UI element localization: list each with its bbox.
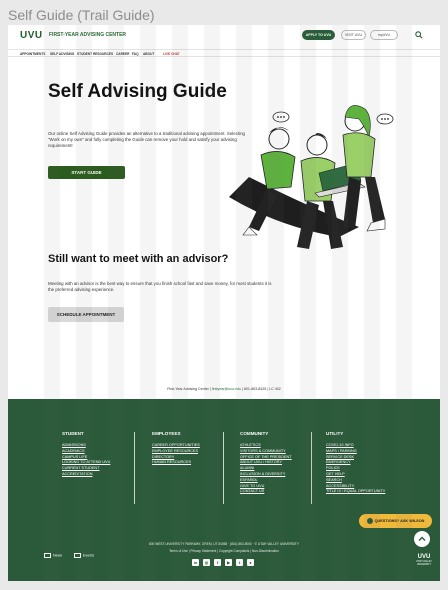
start-guide-button[interactable]: START GUIDE: [48, 166, 125, 179]
twitter-icon[interactable]: t: [236, 559, 243, 566]
footer-link[interactable]: CAREER OPPORTUNITIES: [152, 443, 200, 449]
contact-suffix: | 801-863-8425 | LC 402: [240, 387, 281, 391]
footer-divider: [134, 432, 135, 504]
visit-button[interactable]: VISIT UVU: [341, 30, 366, 40]
news-link[interactable]: News: [44, 553, 62, 558]
footer-link[interactable]: VISITORS & COMMUNITY: [240, 449, 292, 455]
nav-item-appointments[interactable]: APPOINTMENTS: [20, 52, 45, 56]
footer-link[interactable]: TITLE IX / EQUAL OPPORTUNITY: [326, 489, 385, 495]
footer-link[interactable]: CONTACT US: [240, 489, 292, 495]
hero-description: Our online Self Advising Guide provides …: [48, 131, 245, 148]
footer-logo[interactable]: UVU UTAH VALLEY UNIVERSITY: [414, 554, 434, 569]
nav-item-about[interactable]: ABOUT: [143, 52, 154, 56]
nav-item-self-advising[interactable]: SELF ADVISING: [50, 52, 74, 56]
nav-item-live-chat[interactable]: LIVE CHAT: [163, 52, 180, 56]
footer-col-utility: UTILITY COVID-19 INFO MAPS / PARKING SER…: [326, 431, 385, 495]
site-name[interactable]: FIRST-YEAR ADVISING CENTER: [49, 32, 126, 38]
footer-col-title: STUDENT: [62, 431, 84, 436]
footer-col-community: COMMUNITY ATHLETICS VISITORS & COMMUNITY…: [240, 431, 292, 495]
flickr-icon[interactable]: ●: [247, 559, 254, 566]
footer-divider: [223, 432, 224, 504]
events-link[interactable]: Events: [74, 553, 94, 558]
youtube-icon[interactable]: ▶: [225, 559, 232, 566]
students-illustration: [229, 105, 394, 249]
main-nav: APPOINTMENTS SELF ADVISING STUDENT RESOU…: [8, 49, 440, 57]
news-events: News Events: [44, 553, 94, 558]
advisor-heading: Still want to meet with an advisor?: [48, 253, 229, 265]
footer-address: 800 WEST UNIVERSITY PARKWAY, OREM, UT 84…: [149, 542, 299, 546]
events-label: Events: [83, 553, 94, 558]
footer-col-title: COMMUNITY: [240, 431, 269, 436]
linkedin-icon[interactable]: in: [192, 559, 199, 566]
chat-icon: [366, 518, 373, 524]
advisor-description: Meeting with an advisor is the best way …: [48, 281, 272, 292]
site-footer: STUDENT ADMISSIONS ACADEMICS CAMPUS LIFE…: [8, 399, 440, 581]
footer-col-title: UTILITY: [326, 431, 344, 436]
page: UVU FIRST-YEAR ADVISING CENTER APPLY TO …: [8, 25, 440, 581]
footer-divider: [311, 432, 312, 504]
ask-wilson-button[interactable]: QUESTIONS? ASK WILSON: [359, 514, 432, 528]
footer-link[interactable]: ACCREDITATION: [62, 472, 110, 478]
footer-link[interactable]: INCLUSION & DIVERSITY: [240, 472, 292, 478]
contact-prefix: First-Year Advising Center |: [167, 387, 212, 391]
contact-line: First-Year Advising Center | firstyear@u…: [8, 387, 440, 391]
ask-wilson-label: QUESTIONS? ASK WILSON: [374, 519, 425, 523]
apply-button[interactable]: APPLY TO UVU: [302, 30, 335, 40]
news-label: News: [53, 553, 62, 558]
footer-link[interactable]: EMPLOYEE RESOURCES: [152, 449, 200, 455]
nav-item-student-resources[interactable]: STUDENT RESOURCES: [77, 52, 113, 56]
nav-item-faq[interactable]: FAQ: [132, 52, 139, 56]
social-links: in ◎ f ▶ t ●: [192, 559, 254, 566]
news-icon: [44, 553, 51, 558]
footer-col-employees: EMPLOYEES CAREER OPPORTUNITIES EMPLOYEE …: [152, 431, 200, 466]
frame-title: Self Guide (Trail Guide): [8, 7, 155, 23]
facebook-icon[interactable]: f: [214, 559, 221, 566]
search-icon[interactable]: [415, 31, 423, 39]
instagram-icon[interactable]: ◎: [203, 559, 210, 566]
page-title: Self Advising Guide: [48, 81, 227, 102]
site-header: UVU FIRST-YEAR ADVISING CENTER APPLY TO …: [8, 25, 440, 45]
footer-col-title: EMPLOYEES: [152, 431, 181, 436]
schedule-appointment-button[interactable]: SCHEDULE APPOINTMENT: [48, 307, 124, 322]
myuvu-button[interactable]: myUVU: [370, 30, 398, 40]
nav-item-career[interactable]: CAREER: [116, 52, 129, 56]
footer-col-student: STUDENT ADMISSIONS ACADEMICS CAMPUS LIFE…: [62, 431, 110, 478]
uvu-logo[interactable]: UVU: [20, 30, 43, 41]
footer-link[interactable]: HUMAN RESOURCES: [152, 460, 200, 466]
calendar-icon: [74, 553, 81, 558]
contact-email-link[interactable]: firstyear@uvu.edu: [212, 387, 241, 391]
footer-logo-sub: UTAH VALLEY UNIVERSITY: [416, 560, 432, 566]
